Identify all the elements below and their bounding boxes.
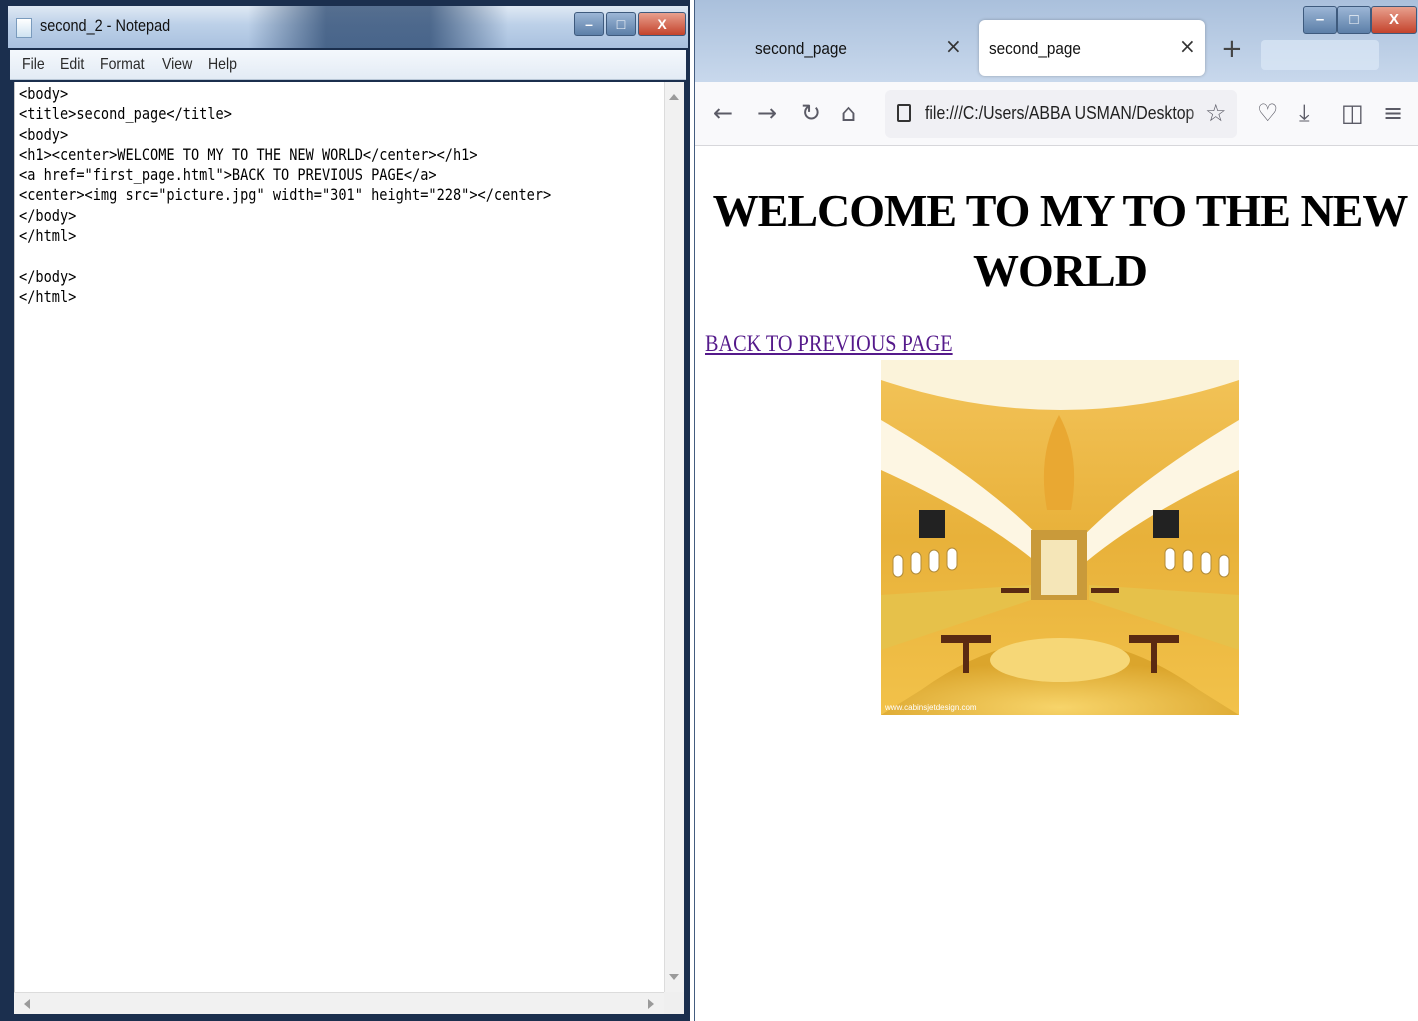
browser-page-content: WELCOME TO MY TO THE NEW WORLD BACK TO P… — [695, 147, 1418, 1021]
hamburger-menu-icon[interactable]: ≡ — [1383, 100, 1403, 126]
notepad-vertical-scrollbar[interactable] — [664, 82, 684, 992]
browser-window: second_page × second_page × + – □ X ← → … — [694, 0, 1418, 1021]
browser-tab-1[interactable]: second_page × — [735, 20, 971, 76]
notepad-app-icon — [16, 18, 32, 38]
tab-label: second_page — [989, 39, 1081, 58]
menu-format[interactable]: Format — [100, 56, 145, 74]
sidebar-icon[interactable]: ◫ — [1341, 100, 1364, 126]
menu-file[interactable]: File — [22, 56, 45, 74]
page-icon — [897, 104, 911, 122]
notepad-titlebar[interactable]: second_2 - Notepad – □ X — [8, 6, 688, 48]
notepad-text-area[interactable]: <body> <title>second_page</title> <body>… — [14, 82, 664, 992]
tab-label: second_page — [755, 39, 847, 58]
browser-close-button[interactable]: X — [1371, 6, 1417, 34]
new-tab-plus-icon[interactable]: + — [1221, 36, 1243, 62]
menu-view[interactable]: View — [162, 56, 192, 74]
resize-grip[interactable] — [664, 992, 684, 1014]
reload-icon[interactable]: ↻ — [801, 100, 821, 126]
bookmark-star-icon[interactable]: ☆ — [1205, 100, 1227, 126]
notepad-maximize-button[interactable]: □ — [606, 12, 636, 36]
browser-maximize-button[interactable]: □ — [1337, 6, 1371, 34]
scroll-left-arrow-icon[interactable] — [24, 999, 30, 1009]
notepad-menubar: File Edit Format View Help — [10, 50, 686, 80]
notepad-minimize-button[interactable]: – — [574, 12, 604, 36]
pocket-icon[interactable]: ♡ — [1257, 100, 1279, 126]
notepad-close-button[interactable]: X — [638, 12, 686, 36]
notepad-horizontal-scrollbar[interactable] — [14, 992, 664, 1014]
downloads-icon[interactable]: ⤓ — [1299, 100, 1310, 126]
tab-close-icon[interactable]: × — [945, 36, 962, 56]
tab-close-icon[interactable]: × — [1179, 36, 1196, 56]
image-watermark: www.cabinsjetdesign.com — [884, 703, 977, 712]
jet-cabin-picture: www.cabinsjetdesign.com — [881, 360, 1239, 715]
browser-tab-strip: second_page × second_page × + – □ X — [695, 0, 1418, 82]
back-arrow-icon[interactable]: ← — [713, 100, 733, 126]
menu-edit[interactable]: Edit — [60, 56, 84, 74]
tabstrip-background-blur — [1261, 40, 1379, 70]
page-heading: WELCOME TO MY TO THE NEW WORLD — [712, 185, 1409, 296]
notepad-text-content: <body> <title>second_page</title> <body>… — [19, 84, 552, 306]
menu-help[interactable]: Help — [208, 56, 237, 74]
scroll-down-arrow-icon[interactable] — [669, 974, 679, 980]
notepad-title: second_2 - Notepad — [40, 16, 171, 35]
home-icon[interactable]: ⌂ — [841, 100, 856, 126]
browser-tab-2-active[interactable]: second_page × — [979, 20, 1205, 76]
jet-cabin-image: www.cabinsjetdesign.com — [881, 360, 1239, 715]
browser-minimize-button[interactable]: – — [1303, 6, 1337, 34]
titlebar-gloss — [248, 6, 508, 48]
forward-arrow-icon[interactable]: → — [757, 100, 777, 126]
address-bar-url: file:///C:/Users/ABBA USMAN/Desktop — [925, 103, 1195, 123]
address-bar[interactable]: file:///C:/Users/ABBA USMAN/Desktop — [885, 90, 1237, 138]
back-to-previous-page-link[interactable]: BACK TO PREVIOUS PAGE — [705, 331, 953, 357]
notepad-window: second_2 - Notepad – □ X File Edit Forma… — [0, 0, 690, 1021]
browser-toolbar: ← → ↻ ⌂ file:///C:/Users/ABBA USMAN/Desk… — [695, 82, 1418, 146]
scroll-up-arrow-icon[interactable] — [669, 94, 679, 100]
scroll-right-arrow-icon[interactable] — [648, 999, 654, 1009]
